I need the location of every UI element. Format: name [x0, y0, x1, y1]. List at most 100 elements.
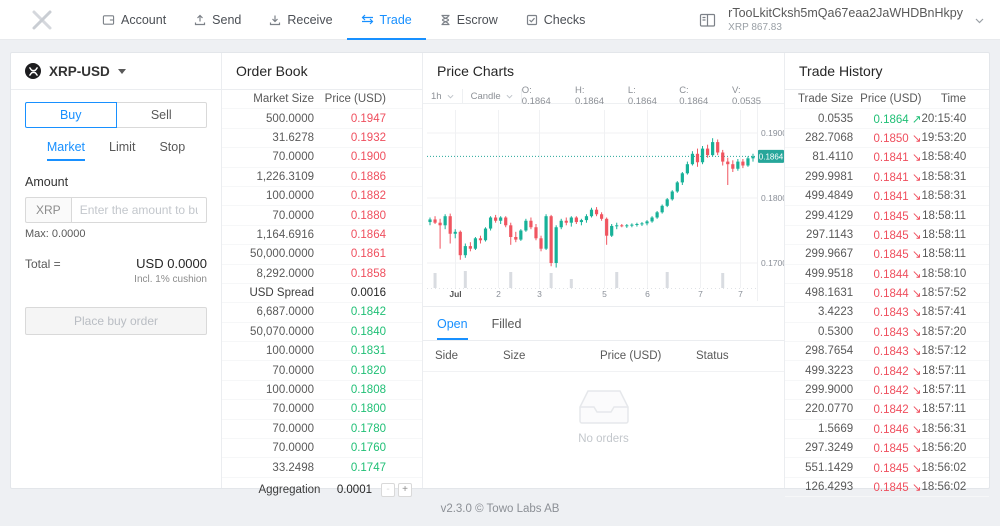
buy-button[interactable]: Buy	[25, 102, 117, 128]
cushion-note: Incl. 1% cushion	[134, 274, 207, 285]
aggregation-increase-button[interactable]: +	[398, 482, 412, 497]
orders-table-header: Side Size Price (USD) Status	[423, 340, 784, 372]
trade-history-row[interactable]: 1.5669 0.1846 ↘ 18:56:31	[785, 420, 989, 440]
order-book-row[interactable]: 1,164.6916 0.1864	[222, 226, 422, 246]
order-book-row[interactable]: 70.0000 0.1900	[222, 148, 422, 168]
trade-history-row[interactable]: 551.1429 0.1845 ↘ 18:56:02	[785, 458, 989, 478]
trade-history-row[interactable]: 299.9981 0.1841 ↘ 18:58:31	[785, 168, 989, 187]
candlestick-chart[interactable]: 0.1900 0.1800 0.1700 Jul 2 3 5 6 7 7 0.1864	[423, 104, 787, 301]
trade-history-row[interactable]: 126.4293 0.1845 ↘ 18:56:02	[785, 478, 989, 498]
pair-selector[interactable]: XRP-USD	[11, 53, 221, 90]
order-book-row[interactable]: 70.0000 0.1880	[222, 206, 422, 226]
orders-tab-open[interactable]: Open	[437, 317, 468, 340]
order-book-panel: Order Book Market Size Price (USD) 500.0…	[221, 53, 422, 497]
trade-history-row[interactable]: 299.9000 0.1842 ↘ 18:57:11	[785, 381, 989, 401]
max-note: Max: 0.0000	[25, 228, 86, 240]
order-type-tabs: Market Limit Stop	[25, 140, 207, 161]
address-book-icon	[699, 13, 716, 28]
order-book-row[interactable]: 31.6278 0.1932	[222, 129, 422, 149]
chevron-down-icon	[506, 94, 513, 99]
trade-history-row[interactable]: 282.7068 0.1850 ↘ 19:53:20	[785, 129, 989, 149]
app-logo-icon[interactable]	[30, 9, 54, 31]
trade-history-row[interactable]: 499.9518 0.1844 ↘ 18:58:10	[785, 265, 989, 284]
trade-history-row[interactable]: 297.3249 0.1845 ↘ 18:56:20	[785, 439, 989, 459]
no-orders-text: No orders	[578, 433, 629, 445]
footer-version: v2.3.0 © Towo Labs AB	[440, 503, 560, 515]
trade-history-rows: 0.0535 0.1864 ↗ 20:15:40 282.7068 0.1850 ↘ 19…	[785, 109, 989, 498]
chevron-down-icon	[447, 94, 454, 99]
nav-item-trade[interactable]: Trade	[347, 0, 426, 40]
trade-history-row[interactable]: 220.0770 0.1842 ↘ 18:57:11	[785, 400, 989, 420]
trade-history-row[interactable]: 3.4223 0.1843 ↘ 18:57:41	[785, 303, 989, 323]
total-label: Total =	[25, 257, 61, 271]
trade-history-row[interactable]: 81.4110 0.1841 ↘ 18:58:40	[785, 148, 989, 168]
trade-history-row[interactable]: 499.4849 0.1841 ↘ 18:58:31	[785, 187, 989, 207]
order-book-row[interactable]: 50,000.0000 0.1861	[222, 245, 422, 265]
top-navbar: Account Send Receive Trade Escrow Checks rToo…	[0, 0, 1000, 40]
nav-item-account[interactable]: Account	[88, 0, 180, 40]
nav-item-receive[interactable]: Receive	[255, 0, 346, 40]
order-book-row[interactable]: 70.0000 0.1760	[222, 439, 422, 459]
nav-items: Account Send Receive Trade Escrow Checks	[88, 0, 599, 40]
trade-history-row[interactable]: 499.3223 0.1842 ↘ 18:57:11	[785, 361, 989, 381]
trade-history-header: Trade Size Price (USD) Time	[785, 90, 989, 110]
trade-history-row[interactable]: 0.5300 0.1843 ↘ 18:57:20	[785, 323, 989, 343]
svg-text:3: 3	[537, 289, 542, 299]
nav-item-send[interactable]: Send	[180, 0, 255, 40]
aggregation-decrease-button[interactable]: -	[381, 482, 395, 497]
trade-history-row[interactable]: 0.0535 0.1864 ↗ 20:15:40	[785, 109, 989, 129]
order-book-row[interactable]: 70.0000 0.1780	[222, 420, 422, 440]
trade-history-row[interactable]: 297.1143 0.1845 ↘ 18:58:11	[785, 226, 989, 246]
spread-row: USD Spread 0.0016	[222, 284, 422, 304]
sell-button[interactable]: Sell	[115, 102, 207, 128]
order-book-row[interactable]: 50,070.0000 0.1840	[222, 323, 422, 343]
chart-type-select[interactable]: Candle	[463, 89, 522, 103]
amount-input[interactable]	[70, 197, 207, 223]
nav-item-checks[interactable]: Checks	[512, 0, 600, 40]
orders-tabs: Open Filled	[423, 307, 784, 340]
nav-item-label: Checks	[543, 12, 586, 27]
svg-text:0.1800: 0.1800	[761, 193, 784, 203]
order-form-panel: XRP-USD Buy Sell Market Limit Stop Amount …	[11, 53, 221, 488]
order-book-row[interactable]: 500.0000 0.1947	[222, 109, 422, 129]
order-book-row[interactable]: 6,687.0000 0.1842	[222, 303, 422, 323]
order-type-tab-market[interactable]: Market	[46, 140, 86, 161]
order-book-row[interactable]: 8,292.0000 0.1858	[222, 265, 422, 284]
trade-history-title: Trade History	[785, 53, 989, 90]
price-charts-title: Price Charts	[437, 63, 515, 79]
place-order-button[interactable]: Place buy order	[25, 307, 207, 335]
order-book-row[interactable]: 1,226.3109 0.1886	[222, 168, 422, 187]
interval-select[interactable]: 1h	[423, 89, 463, 103]
trade-history-row[interactable]: 299.9667 0.1845 ↘ 18:58:11	[785, 245, 989, 265]
orders-column-header: Price (USD)	[600, 350, 662, 362]
account-selector[interactable]: rTooLkitCksh5mQa67eaa2JaWHDBnHkpy XRP 86…	[699, 0, 984, 40]
order-book-row[interactable]: 100.0000 0.1808	[222, 381, 422, 401]
xrp-logo-icon	[25, 63, 41, 79]
order-type-tab-limit[interactable]: Limit	[109, 140, 135, 161]
trade-history-row[interactable]: 298.7654 0.1843 ↘ 18:57:12	[785, 342, 989, 362]
account-address: rTooLkitCksh5mQa67eaa2JaWHDBnHkpy	[728, 5, 963, 20]
nav-item-label: Receive	[287, 12, 333, 27]
order-book-row[interactable]: 100.0000 0.1831	[222, 342, 422, 362]
orders-section: Open Filled Side Size Price (USD) Status No …	[423, 306, 784, 488]
order-book-row[interactable]: 33.2498 0.1747	[222, 458, 422, 478]
svg-text:6: 6	[645, 289, 650, 299]
trade-history-row[interactable]: 299.4129 0.1845 ↘ 18:58:11	[785, 206, 989, 226]
order-book-row[interactable]: 70.0000 0.1800	[222, 400, 422, 420]
order-book-title: Order Book	[222, 53, 422, 90]
order-book-row[interactable]: 70.0000 0.1820	[222, 361, 422, 381]
nav-item-escrow[interactable]: Escrow	[426, 0, 512, 40]
order-book-header: Market Size Price (USD)	[222, 90, 422, 110]
svg-text:0.1900: 0.1900	[761, 128, 784, 138]
aggregation-label: Aggregation	[258, 483, 321, 496]
order-type-tab-stop[interactable]: Stop	[159, 140, 185, 161]
svg-text:Jul: Jul	[449, 289, 461, 299]
orders-tab-filled[interactable]: Filled	[492, 317, 522, 340]
wallet-icon	[102, 14, 115, 26]
svg-text:7: 7	[738, 289, 743, 299]
trade-history-row[interactable]: 498.1631 0.1844 ↘ 18:57:52	[785, 284, 989, 304]
price-charts-panel: Price Charts 1h Candle O: 0.1864 H: 0.186…	[422, 53, 787, 488]
chart-toolbar: 1h Candle O: 0.1864 H: 0.1864 L: 0.1864 C: …	[423, 85, 784, 107]
order-book-row[interactable]: 100.0000 0.1882	[222, 187, 422, 207]
svg-text:0.1700: 0.1700	[761, 258, 784, 268]
